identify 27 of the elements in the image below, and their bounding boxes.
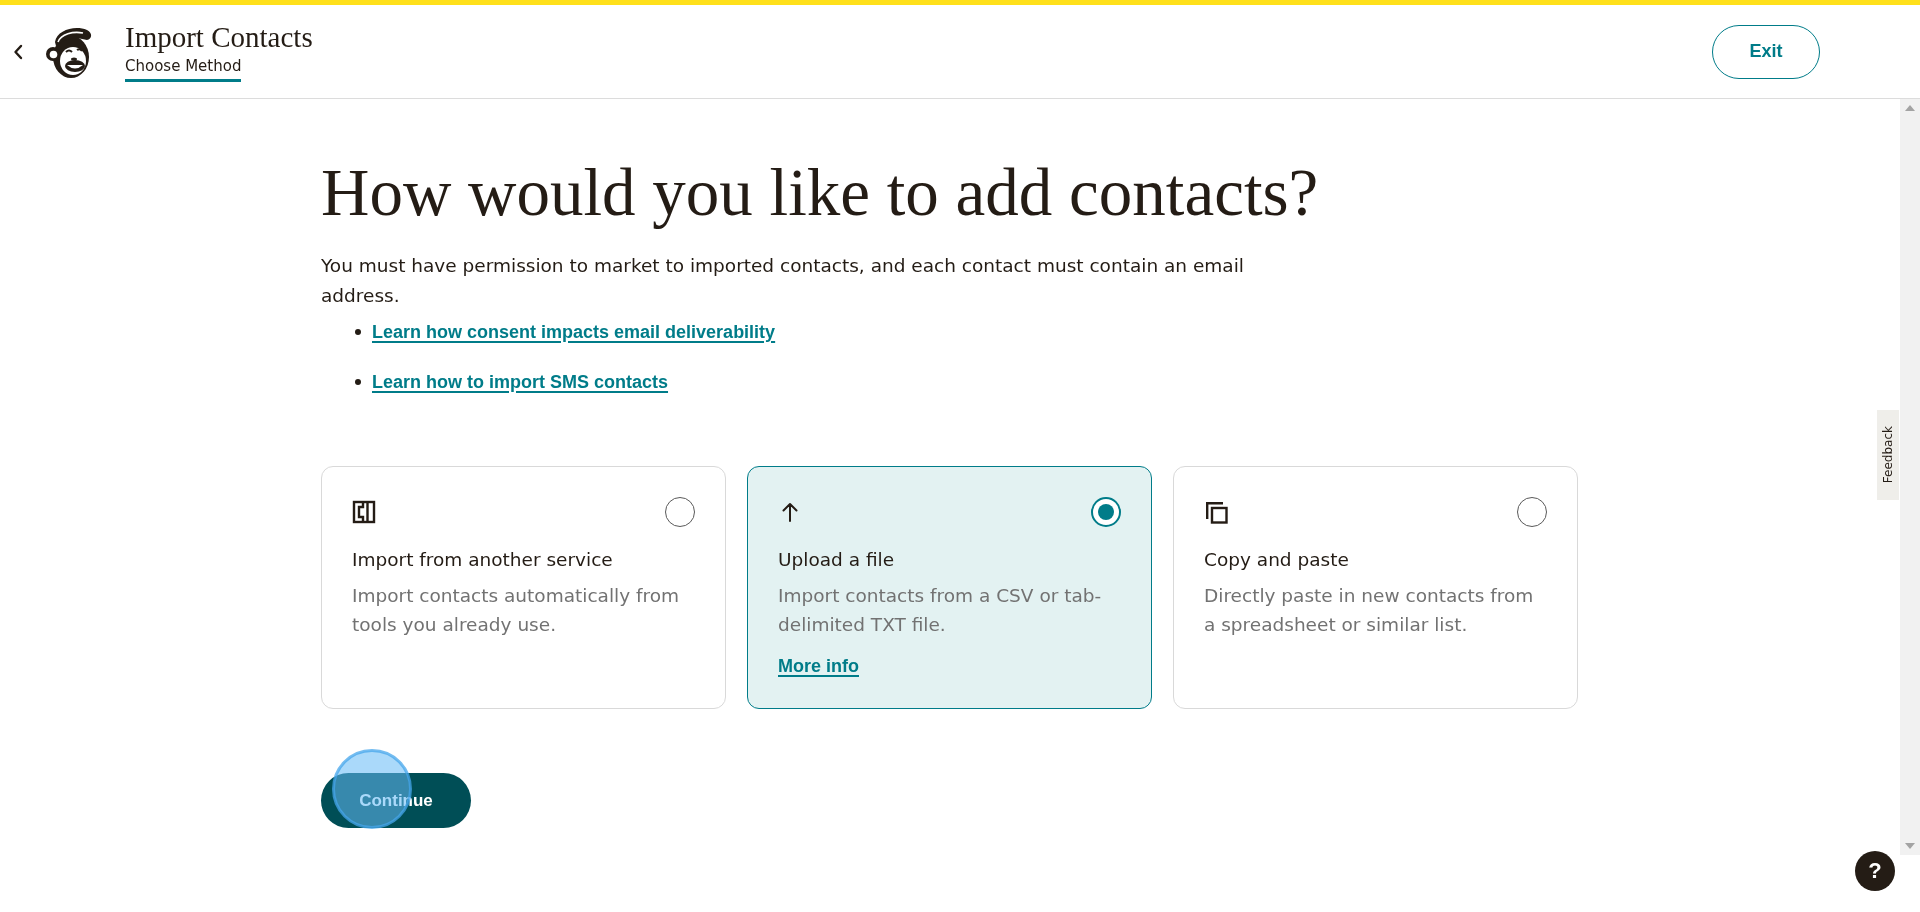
option-description: Import contacts automatically from tools you already use. [352, 584, 681, 637]
option-card[interactable]: Copy and paste Directly paste in new contacts from a spreadsheet or similar list. [1173, 466, 1578, 709]
bullet-icon [355, 379, 361, 385]
bracket-square-icon [352, 500, 376, 524]
page-title: Import Contacts [125, 21, 313, 53]
bullet-icon [355, 329, 361, 335]
radio-button[interactable] [1091, 497, 1121, 527]
option-title: Copy and paste [1204, 548, 1349, 572]
help-link[interactable]: Learn how consent impacts email deliverability [372, 317, 776, 347]
option-description: Import contacts from a CSV or tab-delimited TXT file. [778, 584, 1103, 637]
option-card[interactable]: Import from another service Import contacts automatically from tools you already use. [321, 466, 726, 709]
radio-button[interactable] [665, 497, 695, 527]
option-description: Directly paste in new contacts from a spreadsheet or similar list. [1204, 584, 1535, 637]
option-title: Import from another service [352, 548, 613, 572]
exit-button[interactable]: Exit [1712, 24, 1820, 79]
radio-button[interactable] [1517, 497, 1547, 527]
back-icon[interactable] [13, 43, 23, 60]
intro-text: You must have permission to market to imported contacts, and each contact must contain an email address. [321, 254, 1245, 308]
help-link[interactable]: Learn how to import SMS contacts [372, 367, 669, 397]
more-info-link[interactable]: More info [778, 651, 859, 681]
step-title: Choose Method [125, 55, 242, 82]
option-card[interactable]: Upload a file Import contacts from a CSV or tab-delimited TXT file. More info [747, 466, 1152, 709]
help-button[interactable]: ? [1855, 851, 1895, 891]
main-heading: How would you like to add contacts? [321, 154, 1319, 231]
feedback-tab[interactable]: Feedback [1877, 410, 1899, 500]
option-title: Upload a file [778, 548, 895, 572]
copy-icon [1204, 500, 1228, 524]
